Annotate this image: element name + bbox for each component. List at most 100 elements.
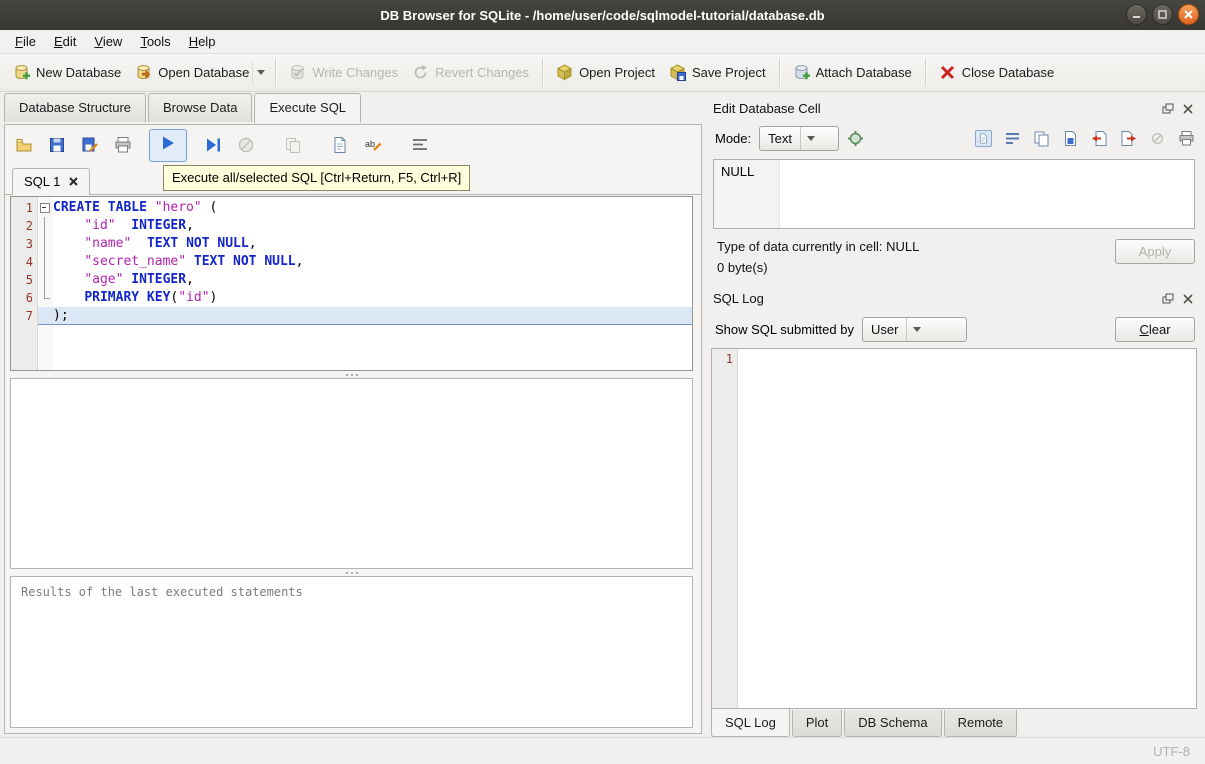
close-tab-icon[interactable] (69, 177, 79, 186)
new-database-button[interactable]: New Database (6, 59, 128, 86)
float-dock-icon[interactable] (1161, 292, 1175, 306)
fold-line (38, 253, 53, 271)
export-results-icon[interactable] (331, 136, 349, 154)
menu-view[interactable]: View (85, 30, 131, 53)
export-cell-icon[interactable] (1120, 130, 1137, 147)
fold-line (38, 307, 53, 325)
code-line: 3 "name" TEXT NOT NULL, (25, 235, 257, 253)
fold-line (38, 271, 53, 289)
open-project-button[interactable]: Open Project (549, 59, 662, 86)
open-database-dropdown[interactable] (252, 60, 269, 85)
window-title: DB Browser for SQLite - /home/user/code/… (380, 7, 825, 23)
menu-edit[interactable]: Edit (45, 30, 85, 53)
write-changes-icon (289, 64, 306, 81)
mode-combobox[interactable]: Text (759, 126, 840, 151)
auto-format-icon[interactable] (847, 130, 864, 147)
fold-marker-icon[interactable] (38, 199, 53, 217)
menu-tools[interactable]: Tools (131, 30, 179, 53)
close-database-button[interactable]: Close Database (932, 59, 1062, 86)
tab-database-structure[interactable]: Database Structure (4, 93, 147, 122)
edit-sql-icon[interactable]: ab (364, 136, 382, 154)
maximize-button[interactable] (1152, 4, 1173, 25)
results-message-pane[interactable]: Results of the last executed statements (10, 576, 693, 728)
toolbar-separator (275, 59, 277, 86)
main-toolbar: New Database Open Database Write Changes… (0, 54, 1205, 92)
open-sql-file-icon[interactable] (15, 136, 33, 154)
revert-changes-icon (412, 64, 429, 81)
close-dock-icon[interactable] (1181, 102, 1195, 116)
save-project-icon (669, 64, 686, 81)
save-sql-as-icon[interactable] (81, 136, 99, 154)
cell-mode-row: Mode: Text (711, 120, 1197, 157)
dock-tab-sql-log[interactable]: SQL Log (711, 709, 790, 737)
menu-help[interactable]: Help (180, 30, 225, 53)
open-project-icon (556, 64, 573, 81)
minimize-button[interactable] (1126, 4, 1147, 25)
edit-cell-dock-header: Edit Database Cell (711, 97, 1197, 120)
tooltip: Execute all/selected SQL [Ctrl+Return, F… (163, 165, 471, 191)
write-changes-button[interactable]: Write Changes (282, 59, 405, 86)
save-sql-file-icon[interactable] (48, 136, 66, 154)
cell-value: NULL (721, 164, 755, 179)
fold-line (38, 217, 53, 235)
save-cell-icon[interactable] (1062, 130, 1079, 147)
print-icon[interactable] (114, 136, 132, 154)
splitter-handle[interactable] (10, 371, 693, 378)
main-tab-bar: Database Structure Browse Data Execute S… (0, 92, 705, 123)
results-grid-pane[interactable] (10, 378, 693, 569)
cell-editor[interactable]: NULL (713, 159, 1195, 229)
import-cell-icon[interactable] (1091, 130, 1108, 147)
fold-line (38, 235, 53, 253)
close-button[interactable] (1178, 4, 1199, 25)
float-dock-icon[interactable] (1161, 102, 1175, 116)
revert-changes-button[interactable]: Revert Changes (405, 59, 536, 86)
sql-log-filter-row: Show SQL submitted by User Clear (711, 310, 1197, 348)
edit-cell-title: Edit Database Cell (713, 101, 821, 116)
sql-editor[interactable]: 1 CREATE TABLE "hero" (2 "id" INTEGER, 3 "… (10, 196, 693, 371)
word-wrap-icon[interactable] (1004, 130, 1021, 147)
apply-button[interactable]: Apply (1115, 239, 1195, 264)
toolbar-separator (778, 59, 780, 86)
dock-tab-db-schema[interactable]: DB Schema (844, 710, 942, 737)
execute-all-button[interactable] (149, 128, 187, 162)
fold-line (38, 289, 53, 307)
sql-log-view[interactable]: 1 (711, 348, 1197, 709)
filter-label: Show SQL submitted by (715, 322, 854, 337)
tab-browse-data[interactable]: Browse Data (148, 93, 253, 122)
sql-document-tab[interactable]: SQL 1 (12, 168, 91, 195)
copy-cell-icon[interactable] (1033, 130, 1050, 147)
code-line: 1 CREATE TABLE "hero" ( (25, 199, 218, 217)
submitted-by-combobox[interactable]: User (861, 317, 967, 342)
chevron-down-icon (906, 318, 927, 341)
stop-icon[interactable] (237, 136, 255, 154)
text-mode-icon[interactable] (975, 130, 992, 147)
save-project-button[interactable]: Save Project (662, 59, 773, 86)
code-lines: 1 CREATE TABLE "hero" (2 "id" INTEGER, 3 "… (11, 197, 692, 325)
menu-file[interactable]: File (6, 30, 45, 53)
encoding-indicator[interactable]: UTF-8 (1153, 744, 1190, 759)
sql-log-title: SQL Log (713, 291, 764, 306)
set-null-icon[interactable] (1149, 130, 1166, 147)
code-line: 7); (11, 307, 692, 325)
dock-tab-bar: SQL Log Plot DB Schema Remote (711, 709, 1197, 737)
open-database-button[interactable]: Open Database (128, 59, 256, 86)
tab-execute-sql[interactable]: Execute SQL (254, 93, 362, 123)
code-line: 2 "id" INTEGER, (25, 217, 194, 235)
close-dock-icon[interactable] (1181, 292, 1195, 306)
new-database-icon (13, 64, 30, 81)
copy-results-icon[interactable] (284, 136, 302, 154)
clear-button[interactable]: Clear (1115, 317, 1195, 342)
format-sql-icon[interactable] (411, 136, 429, 154)
statusbar: UTF-8 (0, 737, 1205, 764)
dock-tab-plot[interactable]: Plot (791, 710, 843, 737)
splitter-handle[interactable] (10, 569, 693, 576)
app-window: DB Browser for SQLite - /home/user/code/… (0, 0, 1205, 764)
execute-line-icon[interactable] (204, 136, 222, 154)
log-line-number: 1 (725, 352, 733, 366)
window-controls (1126, 4, 1199, 25)
print-cell-icon[interactable] (1178, 130, 1195, 147)
attach-database-button[interactable]: Attach Database (786, 59, 919, 86)
chevron-down-icon (257, 69, 266, 77)
sql-tab-label: SQL 1 (24, 174, 61, 189)
dock-tab-remote[interactable]: Remote (943, 710, 1018, 737)
